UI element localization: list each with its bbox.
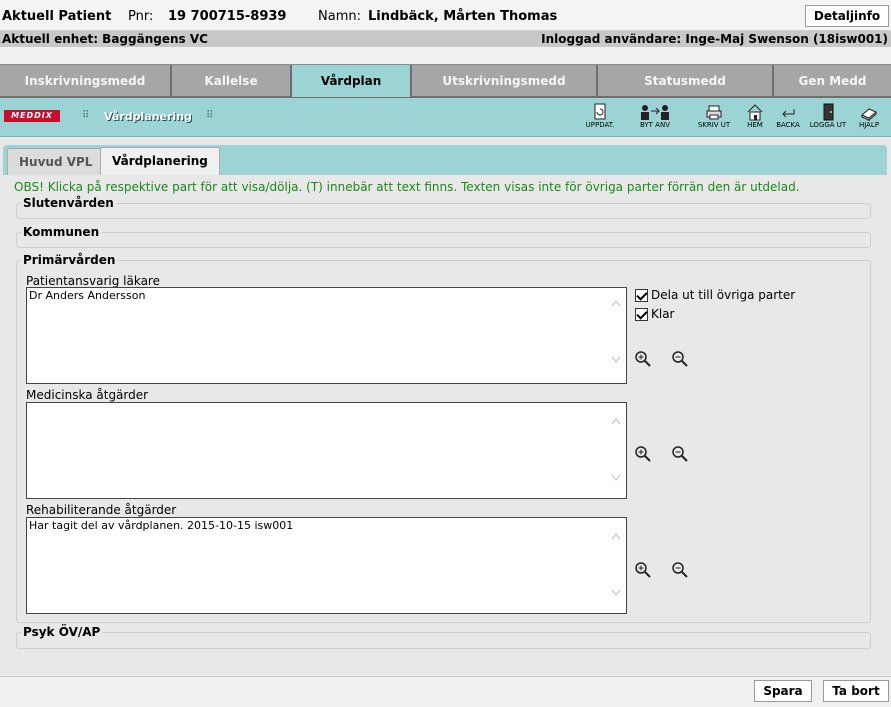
zoom-in-icon[interactable] bbox=[634, 350, 652, 368]
sub-tab-bar: Huvud VPL Vårdplanering bbox=[3, 145, 887, 175]
grip-right-icon: ⠿ bbox=[206, 110, 214, 121]
tab-inskrivningsmedd[interactable]: Inskrivningsmedd bbox=[0, 65, 172, 97]
medicinska-atgarder-input[interactable] bbox=[26, 402, 627, 499]
switch-user-icon bbox=[641, 105, 669, 120]
zoom-in-icon[interactable] bbox=[634, 445, 652, 463]
toolbar-title: Vårdplanering bbox=[104, 110, 192, 123]
zoom-out-icon[interactable] bbox=[671, 445, 689, 463]
dela-ut-checkbox[interactable] bbox=[635, 288, 648, 302]
scroll-arrows[interactable] bbox=[608, 533, 624, 603]
logged-in-user: Inloggad användare: Inge-Maj Swenson (18… bbox=[541, 32, 888, 46]
tab-statusmedd[interactable]: Statusmedd bbox=[598, 65, 774, 97]
section-title-primarvarden[interactable]: Primärvården bbox=[21, 253, 117, 267]
content-panel: Huvud VPL Vårdplanering OBS! Klicka på r… bbox=[0, 137, 891, 677]
tab-vardplan[interactable]: Vårdplan bbox=[292, 65, 412, 97]
refresh-icon bbox=[594, 103, 606, 120]
back-icon bbox=[782, 109, 795, 118]
label-rehabiliterande-atgarder: Rehabiliterande åtgärder bbox=[26, 503, 177, 517]
scroll-arrows[interactable] bbox=[608, 418, 624, 488]
label-medicinska-atgarder: Medicinska åtgärder bbox=[26, 388, 149, 402]
section-title-psyk[interactable]: Psyk ÖV/AP bbox=[21, 625, 102, 639]
checkbox-dela-ut[interactable]: Dela ut till övriga parter bbox=[635, 288, 795, 302]
skriv-ut-button[interactable]: SKRIV UT bbox=[690, 103, 738, 133]
patient-label: Aktuell Patient bbox=[2, 9, 112, 24]
printer-icon bbox=[706, 105, 722, 120]
grip-left-icon: ⠿ bbox=[82, 110, 90, 121]
detaljinfo-button[interactable]: Detaljinfo bbox=[805, 5, 889, 27]
klar-checkbox[interactable] bbox=[635, 307, 648, 321]
scroll-down-icon[interactable] bbox=[611, 356, 621, 363]
scroll-up-icon[interactable] bbox=[611, 418, 621, 425]
section-slutenvarden[interactable]: Slutenvården bbox=[16, 196, 871, 219]
scroll-arrows[interactable] bbox=[608, 300, 624, 370]
tab-kallelse[interactable]: Kallelse bbox=[172, 65, 292, 97]
scroll-up-icon[interactable] bbox=[611, 300, 621, 307]
patient-header: Aktuell Patient Pnr: 19 700715-8939 Namn… bbox=[0, 0, 891, 31]
hjalp-button[interactable]: HJÄLP bbox=[850, 103, 888, 133]
section-kommunen[interactable]: Kommunen bbox=[16, 225, 871, 248]
notice-text: OBS! Klicka på respektive part för att v… bbox=[14, 180, 800, 194]
hem-button[interactable]: HEM bbox=[742, 103, 768, 133]
section-psyk[interactable]: Psyk ÖV/AP bbox=[16, 625, 871, 649]
section-title-kommunen[interactable]: Kommunen bbox=[21, 225, 101, 239]
backa-button[interactable]: BACKA bbox=[770, 103, 806, 133]
home-icon bbox=[747, 104, 763, 121]
help-icon bbox=[861, 108, 877, 121]
rehabiliterande-atgarder-input[interactable]: Har tagit del av vårdplanen. 2015-10-15 … bbox=[26, 517, 627, 614]
meddix-logo: MEDDIX bbox=[4, 110, 60, 122]
tab-gen-medd[interactable]: Gen Medd bbox=[774, 65, 891, 97]
current-unit: Aktuell enhet: Baggängens VC bbox=[2, 32, 208, 46]
save-button[interactable]: Spara bbox=[754, 680, 812, 702]
tab-huvud-vpl[interactable]: Huvud VPL bbox=[7, 148, 105, 175]
zoom-in-icon[interactable] bbox=[634, 561, 652, 579]
uppdat-button[interactable]: UPPDAT. bbox=[578, 103, 622, 133]
unit-bar: Aktuell enhet: Baggängens VC Inloggad an… bbox=[0, 31, 891, 47]
byt-anv-button[interactable]: BYT ANV bbox=[630, 103, 680, 133]
patientansvarig-lakare-input[interactable]: Dr Anders Andersson bbox=[26, 287, 627, 384]
logout-icon bbox=[823, 103, 834, 121]
scroll-up-icon[interactable] bbox=[611, 533, 621, 540]
zoom-out-icon[interactable] bbox=[671, 350, 689, 368]
zoom-out-icon[interactable] bbox=[671, 561, 689, 579]
pnr-label: Pnr: bbox=[128, 9, 154, 24]
patient-name: Lindbäck, Mårten Thomas bbox=[368, 9, 558, 24]
tab-utskrivningsmedd[interactable]: Utskrivningsmedd bbox=[412, 65, 598, 97]
scroll-down-icon[interactable] bbox=[611, 474, 621, 481]
scroll-down-icon[interactable] bbox=[611, 589, 621, 596]
label-patientansvarig-lakare: Patientansvarig läkare bbox=[26, 274, 160, 288]
logga-ut-button[interactable]: LOGGA UT bbox=[808, 103, 848, 133]
main-tab-bar: Inskrivningsmedd Kallelse Vårdplan Utskr… bbox=[0, 64, 891, 98]
delete-button[interactable]: Ta bort bbox=[823, 680, 889, 702]
tab-vardplanering[interactable]: Vårdplanering bbox=[100, 147, 220, 175]
pnr-value: 19 700715-8939 bbox=[168, 9, 287, 24]
name-label: Namn: bbox=[318, 9, 361, 24]
toolbar: MEDDIX ⠿ Vårdplanering ⠿ UPPDAT. BYT ANV… bbox=[0, 98, 891, 137]
section-title-slutenvarden[interactable]: Slutenvården bbox=[21, 196, 116, 210]
checkbox-klar[interactable]: Klar bbox=[635, 307, 675, 321]
